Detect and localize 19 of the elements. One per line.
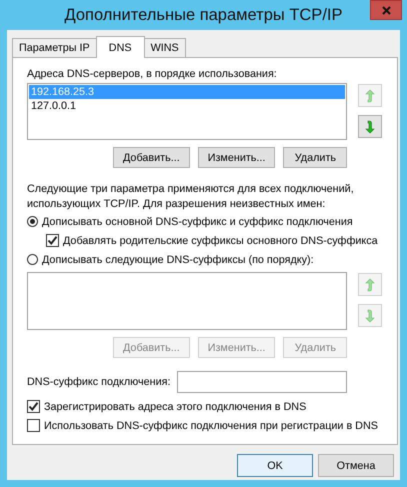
checkbox-label: Использовать DNS-суффикс подключения при регистрации в DNS xyxy=(44,420,378,432)
description-text: Следующие три параметра применяются для всех подключений, использующих TCP/IP. Для разрешения неизвестных имен: xyxy=(27,182,355,212)
dialog-button[interactable]: Отмена xyxy=(318,454,394,477)
dialog-button[interactable]: Добавить... xyxy=(113,147,190,168)
tab[interactable]: Параметры IP xyxy=(12,38,97,57)
checkbox-label: Добавлять родительские суффиксы основного DNS-суффикса xyxy=(63,234,378,246)
dialog-button[interactable]: OK xyxy=(237,454,313,477)
list-label: Адреса DNS-серверов, в порядке использования: xyxy=(27,68,278,80)
list-item[interactable]: 127.0.0.1 xyxy=(29,99,345,113)
tab[interactable]: DNS xyxy=(96,36,145,58)
dns-server-list[interactable]: 192.168.25.3 127.0.0.1 xyxy=(27,83,347,140)
radio-label: Дописывать основной DNS-суффикс и суффикс подключения xyxy=(42,216,353,228)
field-label: DNS-суффикс подключения: xyxy=(27,376,170,388)
dialog-button[interactable]: Удалить xyxy=(283,147,348,168)
checkbox-label: Зарегистрировать адреса этого подключения в DNS xyxy=(44,400,306,412)
tab[interactable]: WINS xyxy=(144,38,186,57)
dialog-button[interactable]: Изменить... xyxy=(198,147,276,168)
window-title: Дополнительные параметры TCP/IP xyxy=(64,6,342,24)
radio-label: Дописывать следующие DNS-суффиксы (по порядку): xyxy=(42,254,314,266)
